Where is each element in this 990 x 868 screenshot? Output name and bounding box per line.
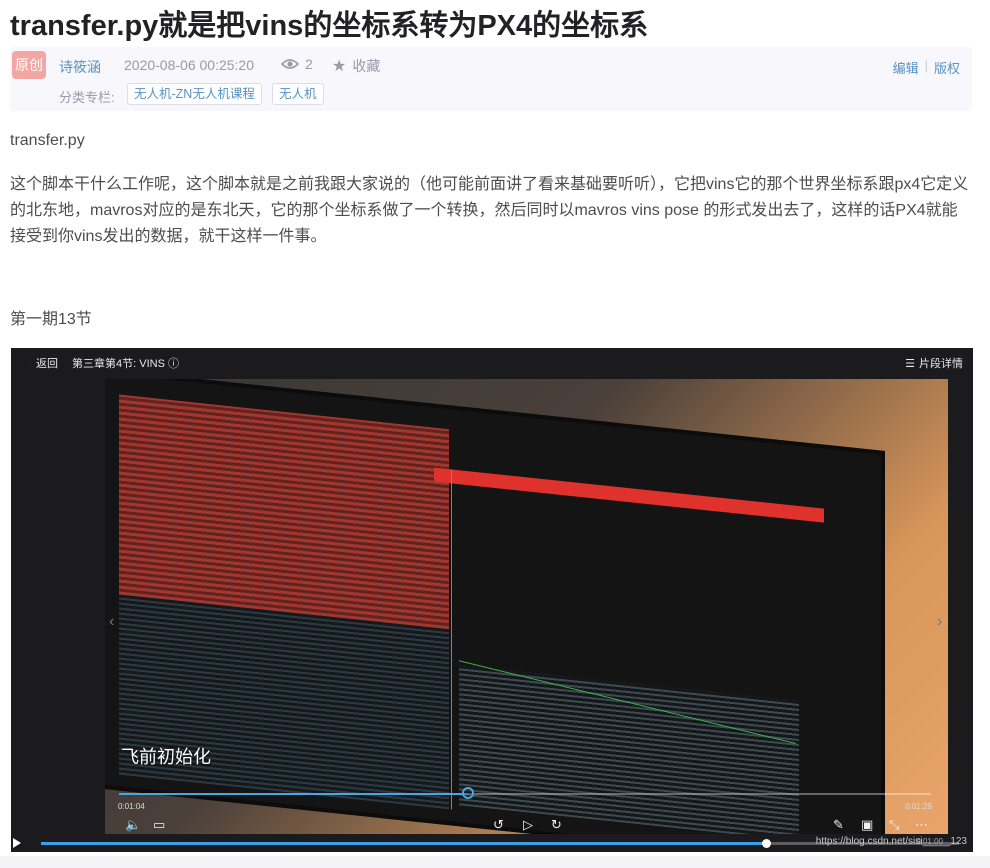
publish-date: 2020-08-06 00:25:20 — [124, 57, 254, 73]
edit-link[interactable]: 编辑 — [893, 58, 919, 77]
divider: | — [924, 58, 928, 73]
volume-icon[interactable]: 🔈 — [125, 817, 141, 833]
favorite-button[interactable]: ★ 收藏 — [332, 56, 380, 76]
forward-icon[interactable]: ↻ — [551, 817, 562, 833]
eye-icon — [281, 59, 299, 69]
pip-icon[interactable]: ▣ — [861, 817, 873, 833]
video-subtitle: 飞前初始化 — [121, 747, 211, 767]
terminal-red-pane — [119, 394, 449, 630]
view-count: 2 — [281, 56, 313, 72]
subtitle-icon[interactable]: ▭ — [153, 817, 165, 833]
view-count-value: 2 — [305, 56, 313, 72]
terminal-dark-pane — [119, 594, 449, 810]
collapse-icon[interactable]: ⤡ — [889, 817, 899, 833]
detail-button[interactable]: ☰ 片段详情 — [905, 355, 963, 371]
video-frame: 飞前初始化 0:01:04 0:01:29 🔈 ▭ ↺ ▷ ↻ ✎ ▣ ⤡ ⋯ — [105, 379, 948, 834]
back-label: 返回 — [36, 358, 58, 370]
category-tag[interactable]: 无人机 — [272, 83, 324, 105]
chevron-left-icon: ‹ — [29, 356, 33, 370]
article-title: transfer.py就是把vins的坐标系转为PX4的坐标系 — [10, 10, 649, 42]
video-player[interactable]: ‹ 返回 第三章第4节: VINS ⓘ ☰ 片段详情 飞前初始化 0:01:04… — [11, 348, 973, 852]
watermark-text: https://blog.csdn.net/sisi_____123 — [815, 836, 967, 847]
chevron-left-icon[interactable]: ‹ — [109, 613, 114, 631]
copyright-link[interactable]: 版权 — [934, 58, 960, 77]
category-tag[interactable]: 无人机-ZN无人机课程 — [127, 83, 262, 105]
chapter-label: 第三章第4节: VINS — [72, 358, 165, 370]
pane-divider — [451, 469, 452, 810]
category-label: 分类专栏: — [59, 90, 115, 105]
bottom-toolbar — [0, 856, 990, 868]
detail-label: 片段详情 — [919, 358, 963, 370]
rewind-icon[interactable]: ↺ — [493, 817, 504, 833]
terminal-title-bar — [434, 467, 824, 523]
favorite-label: 收藏 — [352, 58, 381, 74]
author-link[interactable]: 诗筱涵 — [59, 57, 101, 77]
section-label: 第一期13节 — [10, 311, 92, 328]
more-icon[interactable]: ⋯ — [915, 817, 928, 833]
chevron-right-icon[interactable]: › — [937, 613, 942, 631]
back-button[interactable]: ‹ 返回 — [29, 355, 58, 371]
chapter-title: 第三章第4节: VINS ⓘ — [72, 355, 179, 371]
info-icon: ⓘ — [167, 358, 179, 370]
star-icon: ★ — [332, 58, 347, 75]
paragraph-heading: transfer.py — [10, 132, 85, 149]
terminal-right-pane — [459, 665, 799, 834]
inner-current-time: 0:01:04 — [118, 802, 145, 811]
list-icon: ☰ — [905, 357, 915, 370]
paragraph-body: 这个脚本干什么工作呢，这个脚本就是之前我跟大家说的（他可能前面讲了看来基础要听听… — [10, 176, 969, 245]
laptop-screen-image — [105, 379, 885, 834]
pen-icon[interactable]: ✎ — [833, 817, 844, 833]
inner-progress-bar[interactable] — [119, 793, 931, 795]
original-badge: 原创 — [12, 51, 46, 79]
play-icon[interactable]: ▷ — [523, 817, 533, 833]
video-progress-knob[interactable] — [762, 839, 772, 848]
article-meta: 原创 诗筱涵 2020-08-06 00:25:20 2 ★ 收藏 编辑 | 版… — [10, 47, 972, 111]
inner-total-time: 0:01:29 — [905, 802, 932, 811]
meta-actions: 编辑 | 版权 — [893, 58, 960, 77]
play-button[interactable] — [13, 838, 21, 848]
